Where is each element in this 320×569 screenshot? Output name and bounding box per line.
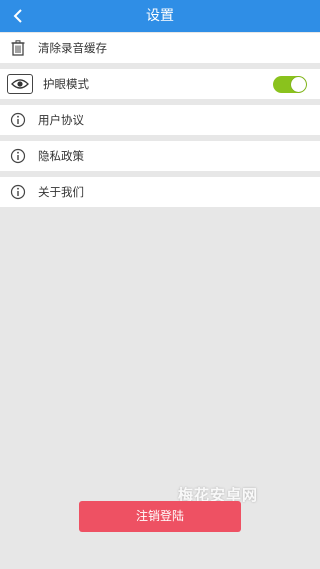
settings-item-about-us[interactable]: 关于我们 xyxy=(0,177,320,207)
settings-item-label: 清除录音缓存 xyxy=(38,41,107,55)
settings-item-label: 护眼模式 xyxy=(43,77,89,91)
settings-item-eye-mode: 护眼模式 xyxy=(0,69,320,99)
info-icon xyxy=(8,110,28,130)
settings-item-clear-cache[interactable]: 清除录音缓存 xyxy=(0,33,320,63)
eye-mode-toggle[interactable] xyxy=(273,76,307,93)
settings-item-label: 隐私政策 xyxy=(38,149,84,163)
trash-icon xyxy=(8,38,28,58)
settings-item-privacy-policy[interactable]: 隐私政策 xyxy=(0,141,320,171)
info-icon xyxy=(8,182,28,202)
eye-icon xyxy=(7,74,33,94)
logout-button[interactable]: 注销登陆 xyxy=(79,501,241,532)
settings-item-label: 关于我们 xyxy=(38,185,84,199)
toggle-knob xyxy=(291,77,306,92)
page-title: 设置 xyxy=(146,8,174,24)
header-bar: 设置 xyxy=(0,0,320,32)
info-icon xyxy=(8,146,28,166)
settings-item-user-agreement[interactable]: 用户协议 xyxy=(0,105,320,135)
settings-item-label: 用户协议 xyxy=(38,113,84,127)
